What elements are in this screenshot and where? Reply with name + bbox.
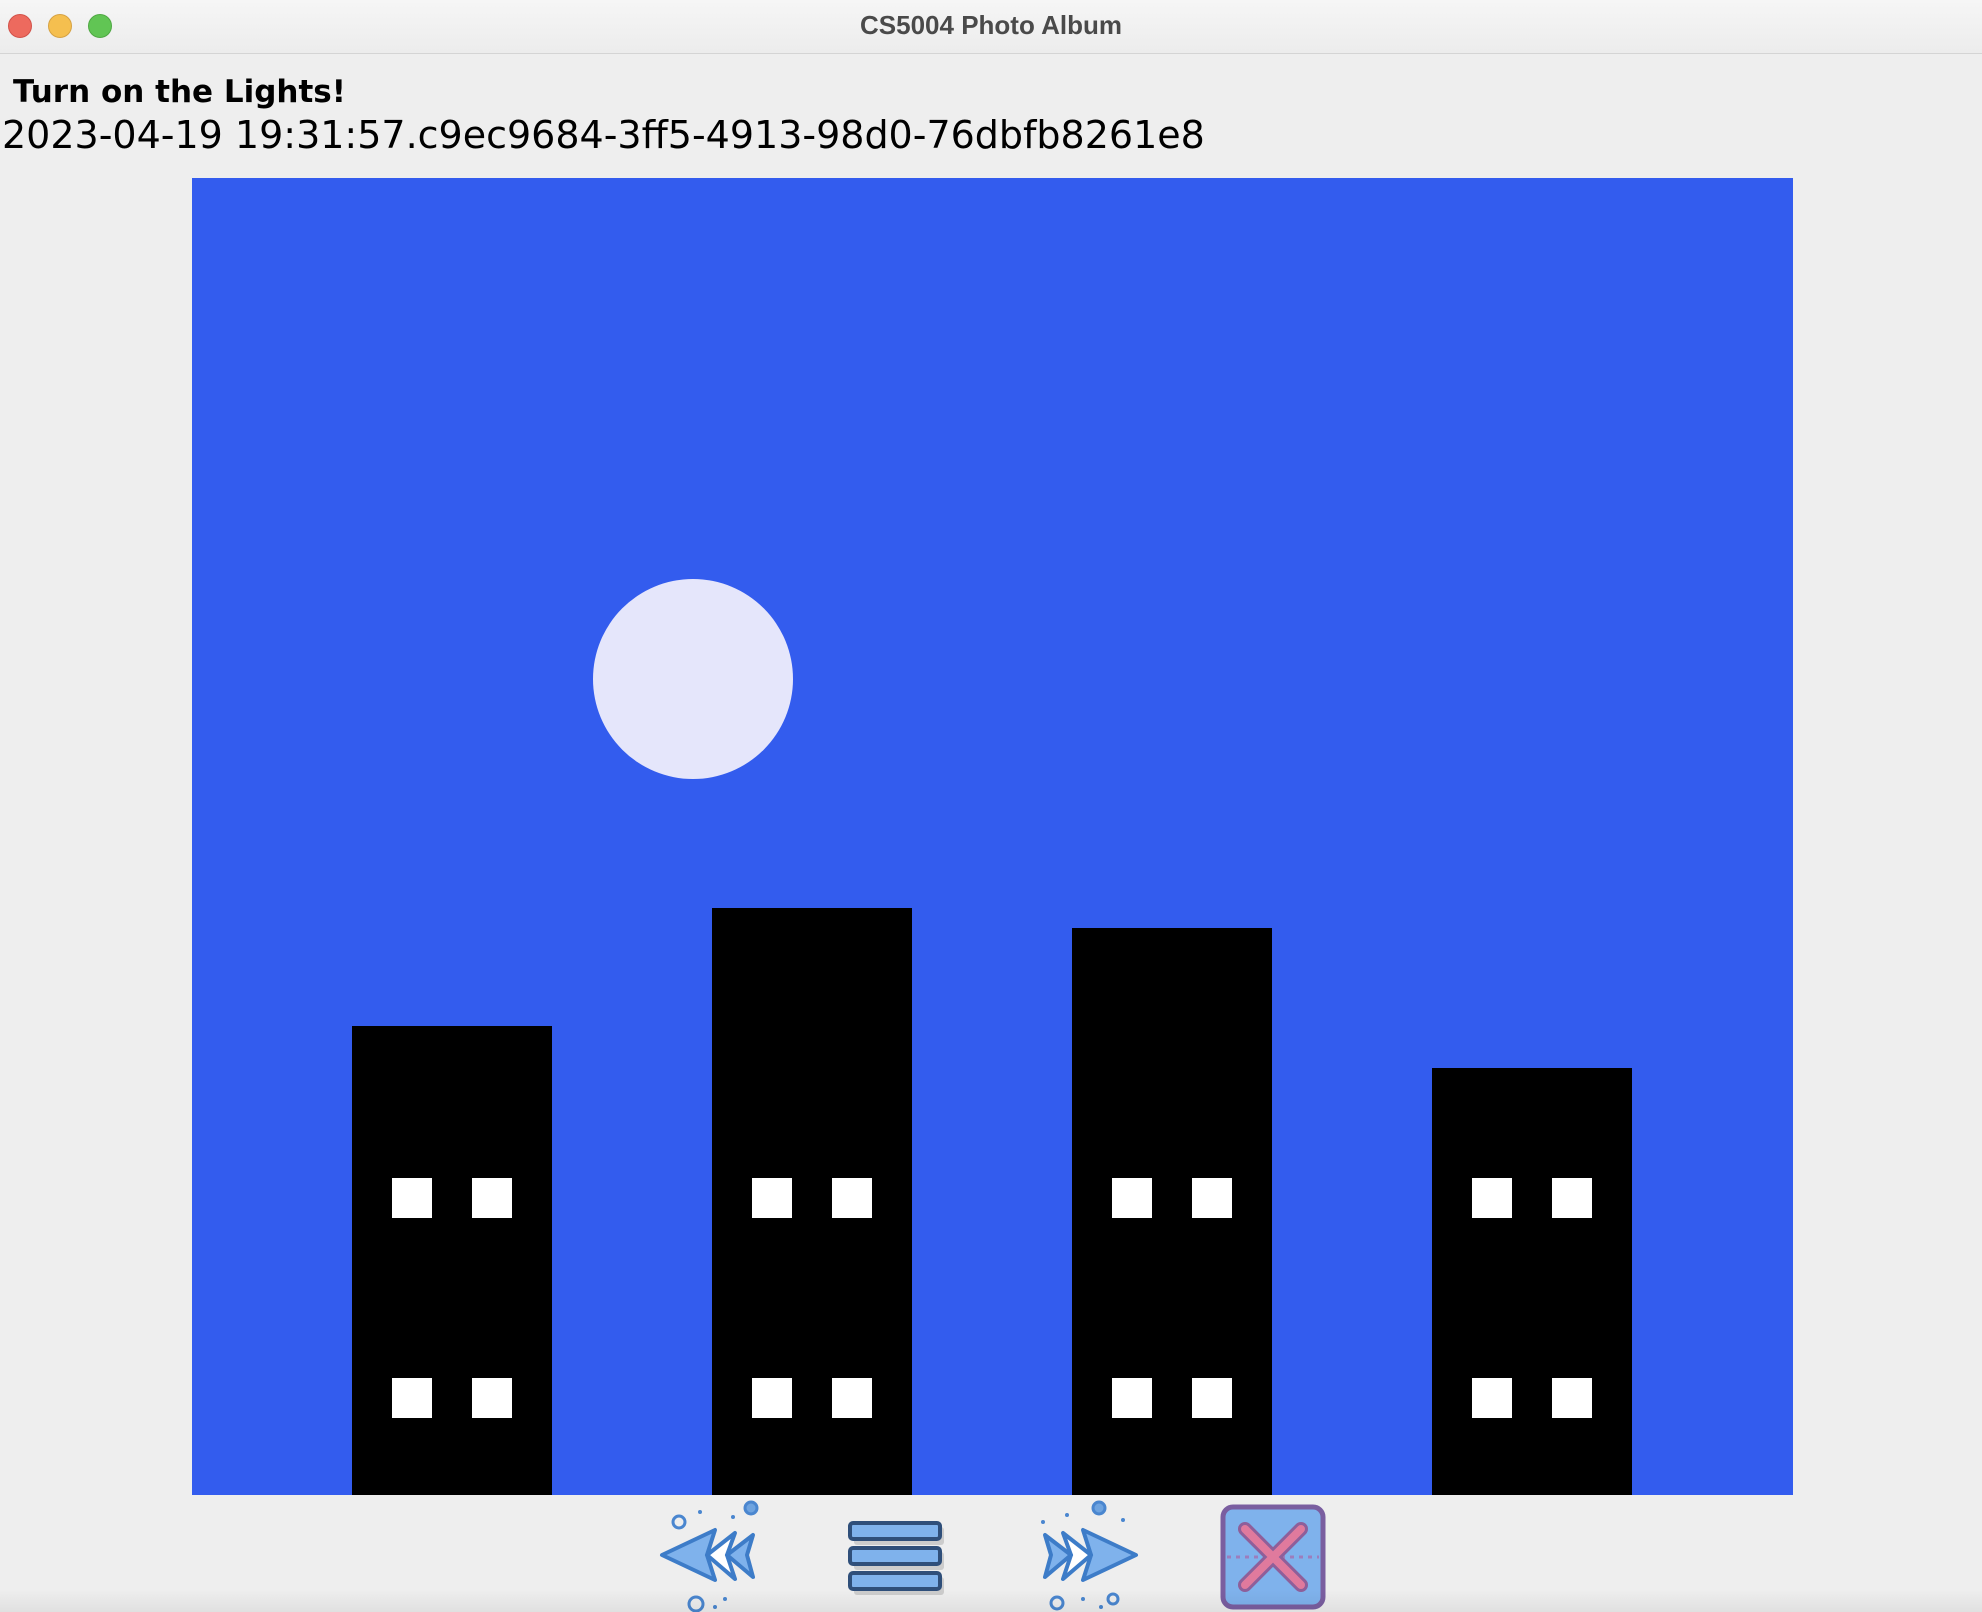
building-window xyxy=(1552,1378,1592,1418)
exit-button[interactable] xyxy=(1213,1495,1333,1612)
building-window xyxy=(472,1378,512,1418)
building-window xyxy=(1192,1178,1232,1218)
building-4 xyxy=(1432,1068,1632,1495)
building-window xyxy=(1472,1378,1512,1418)
photo-id: 2023-04-19 19:31:57.c9ec9684-3ff5-4913-9… xyxy=(2,113,1205,157)
building-window xyxy=(472,1178,512,1218)
building-window xyxy=(752,1178,792,1218)
building-window xyxy=(1112,1378,1152,1418)
building-window xyxy=(392,1178,432,1218)
close-x-icon xyxy=(1220,1504,1326,1610)
previous-photo-button[interactable] xyxy=(655,1495,775,1612)
building-body xyxy=(1432,1068,1632,1495)
building-window xyxy=(1472,1178,1512,1218)
navigation-toolbar xyxy=(0,1495,1982,1612)
forward-arrows-icon xyxy=(1041,1500,1138,1611)
building-window xyxy=(752,1378,792,1418)
building-window xyxy=(1552,1178,1592,1218)
building-window xyxy=(832,1178,872,1218)
app-window: CS5004 Photo Album Turn on the Lights! 2… xyxy=(0,0,1982,1612)
building-body xyxy=(712,908,912,1495)
rewind-arrows-icon xyxy=(660,1500,759,1612)
next-photo-button[interactable] xyxy=(1023,1495,1143,1612)
building-window xyxy=(1112,1178,1152,1218)
building-3 xyxy=(1072,928,1272,1495)
building-window xyxy=(392,1378,432,1418)
menu-list-button[interactable] xyxy=(838,1495,958,1612)
menu-list-icon xyxy=(848,1521,944,1595)
building-1 xyxy=(352,1026,552,1495)
window-title: CS5004 Photo Album xyxy=(860,10,1122,40)
building-window xyxy=(1192,1378,1232,1418)
building-2 xyxy=(712,908,912,1495)
photo-title: Turn on the Lights! xyxy=(13,74,346,110)
building-body xyxy=(352,1026,552,1495)
building-window xyxy=(832,1378,872,1418)
moon-shape xyxy=(593,579,793,779)
photo-canvas xyxy=(192,178,1793,1495)
building-body xyxy=(1072,928,1272,1495)
title-bar[interactable]: CS5004 Photo Album xyxy=(0,0,1982,54)
